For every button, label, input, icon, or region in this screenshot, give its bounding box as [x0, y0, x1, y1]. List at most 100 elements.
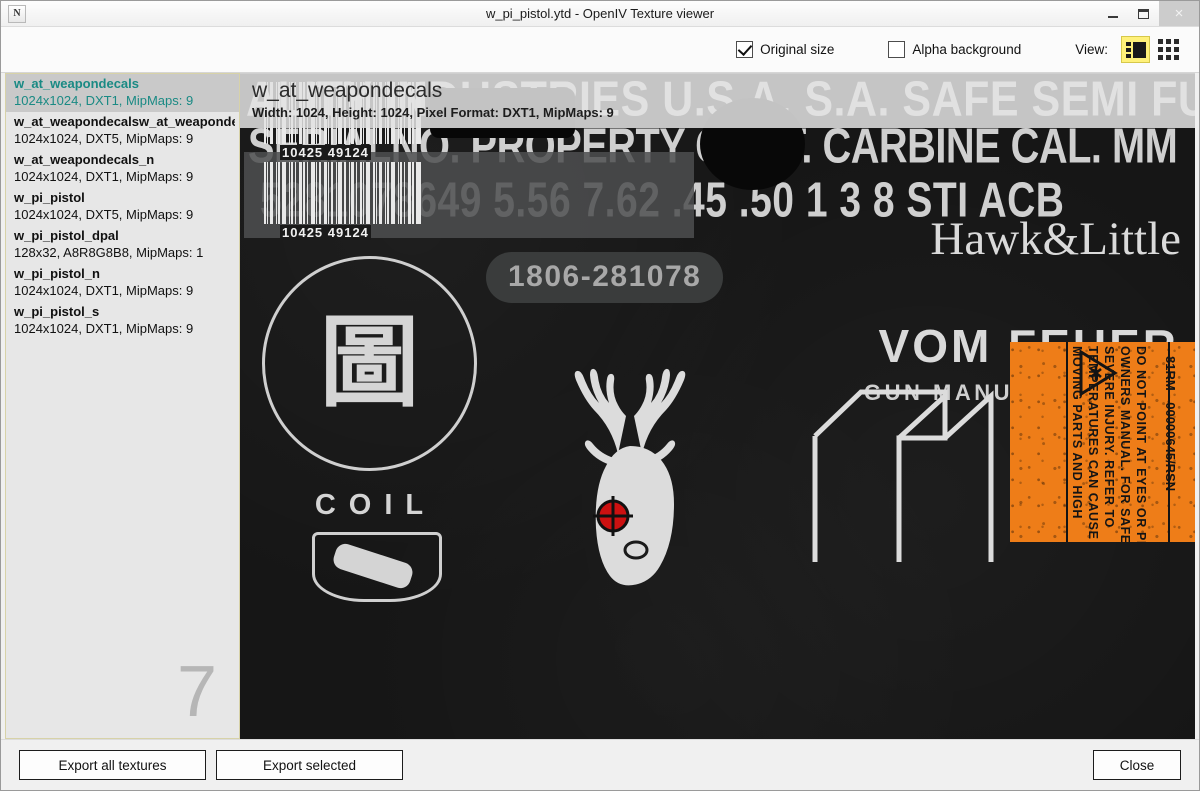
barcode-bar	[291, 162, 293, 224]
texture-viewer-window: N w_pi_pistol.ytd - OpenIV Texture viewe…	[0, 0, 1200, 791]
detail-view-glyph	[1125, 41, 1146, 58]
footer-bar: Export all textures Export selected Clos…	[1, 739, 1199, 790]
barcode-bar	[363, 162, 364, 224]
barcode-bar	[331, 162, 333, 224]
barcode-bar	[303, 162, 305, 224]
texture-list-item[interactable]: w_pi_pistol_n 1024x1024, DXT1, MipMaps: 9	[6, 264, 239, 302]
grid-cell	[1158, 39, 1163, 44]
barcode-bar	[307, 162, 308, 224]
barcode-bar	[366, 162, 370, 224]
barcode-bar	[295, 162, 296, 224]
barcode-bar	[278, 162, 280, 224]
texture-item-meta: 1024x1024, DXT1, MipMaps: 9	[14, 283, 194, 298]
barcode-bar	[385, 162, 386, 224]
grid-view-icon[interactable]	[1154, 36, 1183, 63]
detail-preview-block	[1132, 41, 1146, 58]
warning-line-2: TEMPERATURES CAN CAUSE	[1086, 346, 1100, 540]
grid-cell	[1174, 39, 1179, 44]
serial-number-plate: 1806-281078	[486, 252, 724, 303]
barcode-bar	[299, 162, 302, 224]
barcode-bar	[336, 162, 337, 224]
detail-thumb-2	[1125, 47, 1131, 52]
window-controls: ×	[1097, 1, 1199, 26]
barcode-bar	[289, 162, 290, 224]
barcode-bar	[338, 162, 342, 224]
stag-head-decal	[574, 368, 686, 586]
coil-logo: 圖 COIL	[262, 256, 492, 602]
alpha-background-checkbox-group[interactable]: Alpha background	[888, 41, 1021, 58]
texture-info-title: w_at_weapondecals	[252, 79, 443, 102]
barcode-bar	[404, 162, 405, 224]
grid-cell	[1166, 39, 1171, 44]
texture-list-item[interactable]: w_pi_pistol 1024x1024, DXT5, MipMaps: 9	[6, 188, 239, 226]
texture-list-item[interactable]: w_at_weapondecals 1024x1024, DXT1, MipMap…	[6, 74, 239, 112]
texture-preview[interactable]: ALITY INDUSTRIES U.S.A. S.A. SAFE SEMI F…	[240, 73, 1195, 739]
coil-circle-emblem: 圖	[262, 256, 477, 471]
barcode-number-top: 10425 49124	[280, 145, 371, 160]
grid-cell	[1166, 55, 1171, 60]
toolbar: Original size Alpha background View:	[1, 27, 1199, 73]
texture-list[interactable]: w_at_weapondecals 1024x1024, DXT1, MipMap…	[6, 74, 239, 340]
texture-item-name: w_at_weapondecalsw_at_weapondec	[14, 114, 235, 129]
barcode-bar	[373, 162, 375, 224]
texture-item-name: w_pi_pistol_s	[14, 304, 100, 319]
close-button[interactable]: Close	[1093, 750, 1181, 780]
barcode-bar	[412, 162, 414, 224]
texture-list-item[interactable]: w_pi_pistol_s 1024x1024, DXT1, MipMaps: 9	[6, 302, 239, 340]
minimize-button[interactable]	[1097, 1, 1128, 26]
detail-view-thumbs	[1125, 41, 1131, 58]
texture-item-name: w_pi_pistol_n	[14, 266, 100, 281]
barcode-bar	[379, 162, 382, 224]
barcode-bar	[324, 162, 327, 224]
warning-label-decal: WARNING MOVING PARTS AND HIGH TEMPERATUR…	[1010, 342, 1195, 542]
original-size-checkbox[interactable]	[736, 41, 754, 58]
texture-item-name: w_pi_pistol_dpal	[14, 228, 119, 243]
warning-line-1: MOVING PARTS AND HIGH	[1070, 346, 1084, 520]
grid-view-glyph	[1158, 39, 1179, 60]
warning-serial-number: 81RM - 00000645/RSN	[1163, 356, 1178, 492]
warning-line-5: DO NOT POINT AT EYES OR PETS	[1134, 346, 1148, 542]
warning-line-3: SEVERE INJURY. REFER TO	[1102, 346, 1116, 528]
grid-cell	[1166, 47, 1171, 52]
original-size-checkbox-group[interactable]: Original size	[736, 41, 834, 58]
barcode-bar	[316, 162, 317, 224]
texture-canvas: ALITY INDUSTRIES U.S.A. S.A. SAFE SEMI F…	[240, 74, 1195, 739]
export-selected-button[interactable]: Export selected	[216, 750, 403, 780]
barcode-bar	[360, 162, 362, 224]
texture-item-meta: 1024x1024, DXT1, MipMaps: 9	[14, 169, 194, 184]
detail-view-icon[interactable]	[1121, 36, 1150, 63]
texture-item-name: w_at_weapondecals_n	[14, 152, 155, 167]
export-all-textures-button[interactable]: Export all textures	[19, 750, 206, 780]
texture-item-meta: 128x32, A8R8G8B8, MipMaps: 1	[14, 245, 204, 260]
original-size-label: Original size	[760, 42, 835, 57]
texture-item-name: w_at_weapondecals	[14, 76, 139, 91]
barcode-bar	[270, 162, 273, 224]
cube-outline-decal	[812, 389, 994, 562]
barcode-bar	[398, 162, 399, 224]
alpha-background-label: Alpha background	[912, 42, 1022, 57]
barcode-bar	[276, 162, 277, 224]
texture-list-item[interactable]: w_pi_pistol_dpal 128x32, A8R8G8B8, MipMap…	[6, 226, 239, 264]
alpha-background-checkbox[interactable]	[888, 41, 906, 58]
maximize-button[interactable]	[1128, 1, 1159, 26]
texture-list-item[interactable]: w_at_weapondecals_n 1024x1024, DXT1, MipM…	[6, 150, 239, 188]
barcode-number-bottom: 10425 49124	[280, 225, 371, 240]
barcode-bar	[282, 162, 286, 224]
texture-list-item[interactable]: w_at_weapondecalsw_at_weapondec 1024x1024…	[6, 112, 239, 150]
grid-cell	[1174, 47, 1179, 52]
texture-item-meta: 1024x1024, DXT5, MipMaps: 9	[14, 207, 194, 222]
detail-thumb-1	[1125, 41, 1131, 46]
close-window-button[interactable]: ×	[1159, 1, 1199, 26]
coil-shield-emblem	[312, 532, 442, 602]
texture-info-overlay: w_at_weapondecals Width: 1024, Height: 1…	[240, 74, 1195, 128]
barcode-bar	[356, 162, 357, 224]
barcode-bar	[267, 162, 268, 224]
coil-wordmark: COIL	[314, 489, 437, 521]
warning-line-4: OWNERS MANUAL. FOR SAFETY.	[1118, 346, 1132, 542]
texture-list-panel[interactable]: w_at_weapondecals 1024x1024, DXT1, MipMap…	[5, 73, 240, 739]
window-title: w_pi_pistol.ytd - OpenIV Texture viewer	[485, 6, 715, 21]
grid-cell	[1174, 55, 1179, 60]
body-area: w_at_weapondecals 1024x1024, DXT1, MipMap…	[1, 73, 1199, 739]
barcode-bar	[351, 162, 354, 224]
list-watermark: 7	[176, 652, 217, 732]
